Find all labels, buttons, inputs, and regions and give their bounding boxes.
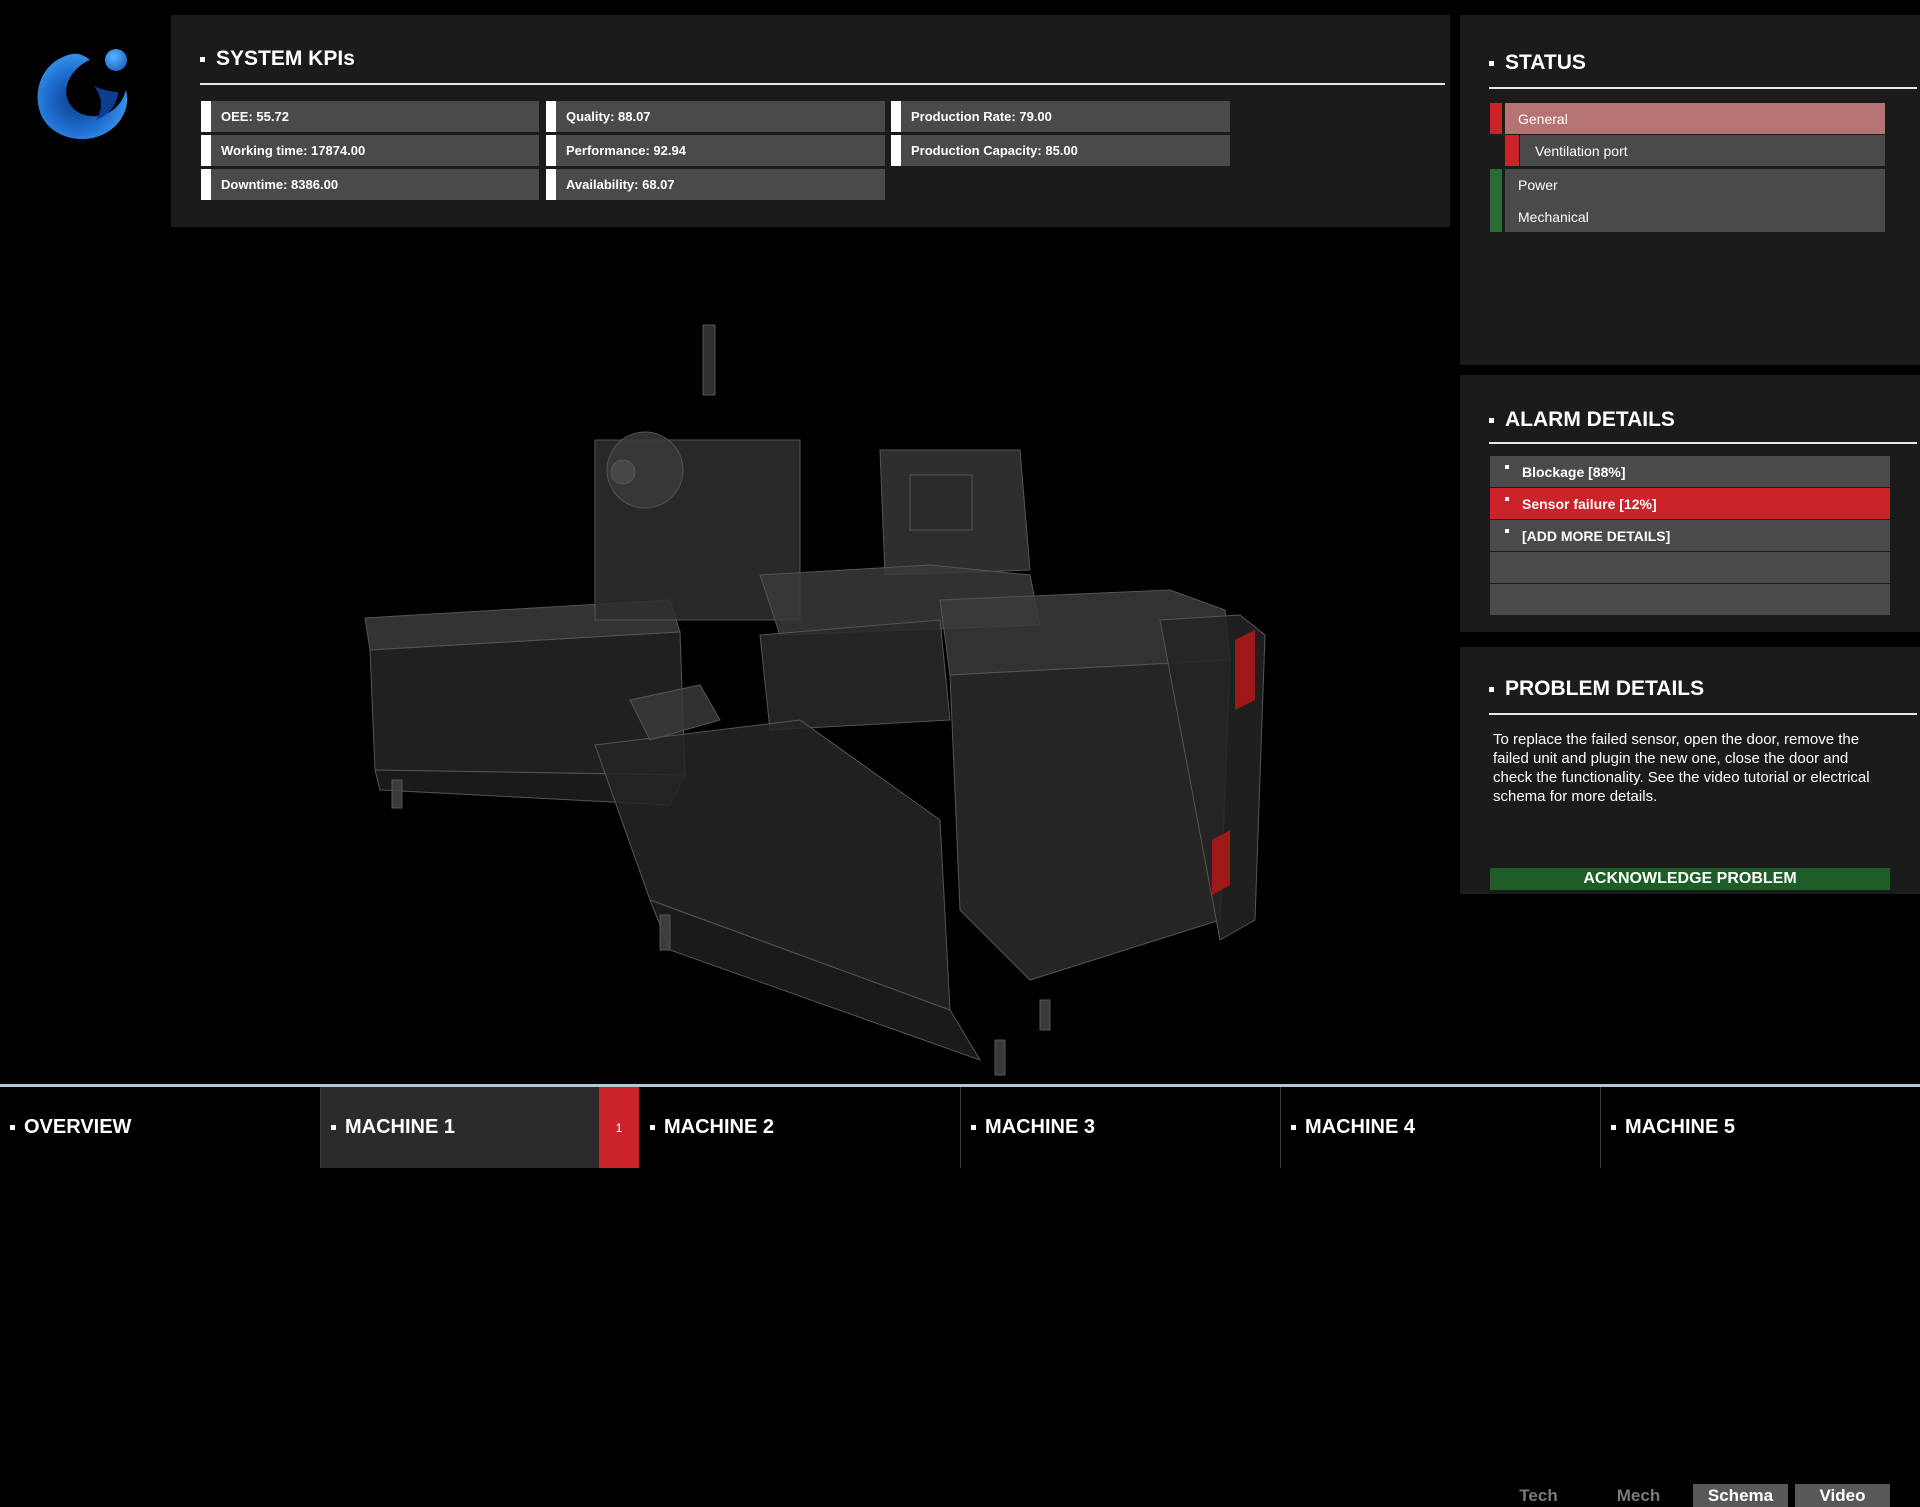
kpi-production-capacity: Production Capacity: 85.00 xyxy=(891,135,1230,166)
tab-bullet xyxy=(331,1125,336,1130)
kpi-performance: Performance: 92.94 xyxy=(546,135,885,166)
kpi-oee: OEE: 55.72 xyxy=(201,101,539,132)
machine-3d-view[interactable] xyxy=(340,300,1280,1090)
alarm-title: ALARM DETAILS xyxy=(1489,408,1675,432)
tech-button[interactable]: Tech xyxy=(1490,1484,1587,1507)
kpi-downtime: Downtime: 8386.00 xyxy=(201,169,539,200)
alarm-item-add-more[interactable]: [ADD MORE DETAILS] xyxy=(1490,520,1890,551)
acknowledge-problem-button[interactable]: ACKNOWLEDGE PROBLEM xyxy=(1490,868,1890,890)
tab-overview[interactable]: OVERVIEW xyxy=(0,1087,319,1168)
title-bullet xyxy=(1489,417,1494,423)
status-item-power[interactable]: Power xyxy=(1505,169,1885,200)
kpi-production-rate: Production Rate: 79.00 xyxy=(891,101,1230,132)
alarm-item-empty xyxy=(1490,584,1890,615)
kpi-availability: Availability: 68.07 xyxy=(546,169,885,200)
status-item-mechanical[interactable]: Mechanical xyxy=(1505,201,1885,232)
brand-logo[interactable] xyxy=(32,46,132,146)
alarm-item-blockage[interactable]: Blockage [88%] xyxy=(1490,456,1890,487)
status-panel: STATUS General Ventilation port Power Me… xyxy=(1460,15,1920,365)
tab-machine-4[interactable]: MACHINE 4 xyxy=(1280,1087,1600,1168)
kpi-quality: Quality: 88.07 xyxy=(546,101,885,132)
title-bullet xyxy=(1489,60,1494,66)
tab-machine-3[interactable]: MACHINE 3 xyxy=(960,1087,1280,1168)
problem-description: To replace the failed sensor, open the d… xyxy=(1493,731,1870,805)
problem-divider xyxy=(1489,713,1917,715)
kpi-divider xyxy=(200,83,1445,85)
mech-button[interactable]: Mech xyxy=(1590,1484,1687,1507)
problem-title: PROBLEM DETAILS xyxy=(1489,677,1704,701)
tab-bullet xyxy=(971,1125,976,1130)
schema-button[interactable]: Schema xyxy=(1693,1484,1788,1507)
tab-machine-2[interactable]: MACHINE 2 xyxy=(640,1087,960,1168)
alarm-divider xyxy=(1489,442,1917,444)
video-button[interactable]: Video xyxy=(1795,1484,1890,1507)
tab-machine-1[interactable]: MACHINE 1 xyxy=(320,1087,599,1168)
tab-bullet xyxy=(650,1125,655,1130)
status-item-ventilation-port[interactable]: Ventilation port xyxy=(1520,135,1885,166)
tab-machine-5[interactable]: MACHINE 5 xyxy=(1600,1087,1920,1168)
status-item-general[interactable]: General xyxy=(1505,103,1885,134)
kpi-working-time: Working time: 17874.00 xyxy=(201,135,539,166)
alarm-item-sensor-failure[interactable]: Sensor failure [12%] xyxy=(1490,488,1890,519)
problem-panel: PROBLEM DETAILS To replace the failed se… xyxy=(1460,647,1920,1507)
alarm-count-badge: 1 xyxy=(599,1087,639,1168)
title-bullet xyxy=(200,56,205,62)
status-alarm-indicator xyxy=(1490,103,1502,134)
tab-bullet xyxy=(1291,1125,1296,1130)
title-bullet xyxy=(1489,686,1494,692)
kpi-title: SYSTEM KPIs xyxy=(200,47,355,71)
status-divider xyxy=(1489,87,1917,89)
status-sub-alarm-indicator xyxy=(1505,135,1519,166)
alarm-item-empty xyxy=(1490,552,1890,583)
status-title: STATUS xyxy=(1489,51,1586,75)
status-ok-indicator xyxy=(1490,169,1502,232)
machine-model-icon xyxy=(364,324,1266,1076)
tab-bullet xyxy=(1611,1125,1616,1130)
tab-bullet xyxy=(10,1125,15,1130)
alarm-panel: ALARM DETAILS Blockage [88%] Sensor fail… xyxy=(1460,375,1920,632)
kpi-panel: SYSTEM KPIs OEE: 55.72 Quality: 88.07 Pr… xyxy=(171,15,1450,227)
brand-logo-icon xyxy=(37,49,128,140)
